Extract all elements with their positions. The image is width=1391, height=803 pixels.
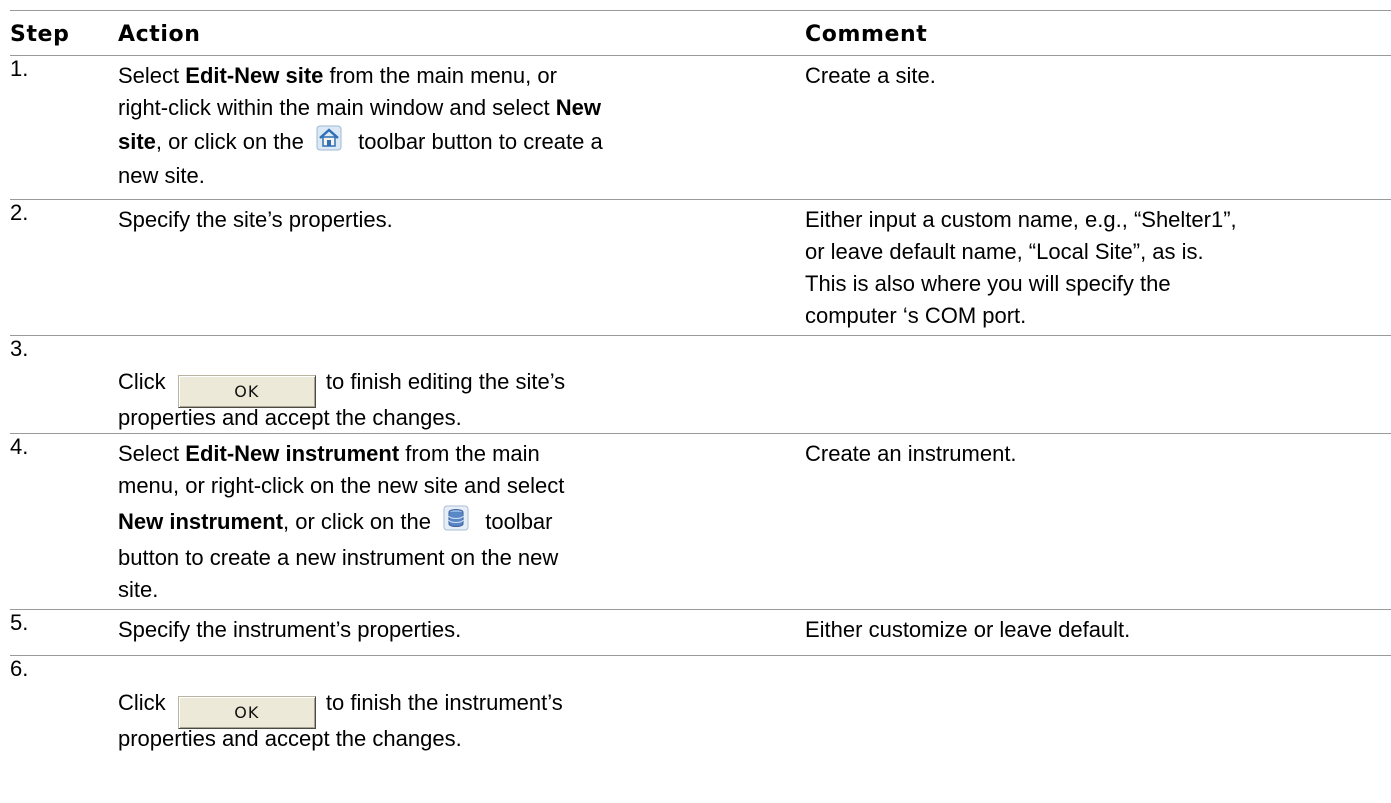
action-text: button to create a new instrument on the…: [118, 545, 559, 570]
header-step: Step: [10, 22, 70, 47]
comment-text: computer ‘s COM port.: [805, 303, 1027, 328]
menu-item-text: New instrument: [118, 509, 284, 534]
action-cell: Select Edit-New instrument from the main…: [118, 438, 778, 606]
action-text: Select: [118, 63, 186, 88]
row-divider: [10, 609, 1391, 610]
action-cell: Select Edit-New site from the main menu,…: [118, 60, 778, 192]
comment-cell: Create a site.: [805, 63, 936, 88]
action-text: menu, or right-click on the new site and…: [118, 473, 565, 498]
menu-path-text: Edit-New instrument: [185, 441, 400, 466]
action-text: Click: [118, 369, 172, 394]
header-comment: Comment: [805, 22, 928, 47]
action-cell: Click OK to finish the instrument’s prop…: [118, 683, 778, 755]
action-cell: Click OK to finish editing the site’s pr…: [118, 362, 778, 434]
comment-text: Either input a custom name, e.g., “Shelt…: [805, 207, 1237, 232]
comment-cell: Create an instrument.: [805, 441, 1017, 466]
row-divider: [10, 433, 1391, 434]
new-instrument-database-icon[interactable]: [443, 505, 469, 531]
action-text: from the main: [399, 441, 540, 466]
action-text: right-click within the main window and s…: [118, 95, 556, 120]
comment-cell: Either input a custom name, e.g., “Shelt…: [805, 204, 1391, 332]
action-text: toolbar button to create a: [352, 129, 603, 154]
action-text: properties and accept the changes.: [118, 726, 462, 751]
action-text: Click: [118, 690, 172, 715]
action-text: to finish the instrument’s: [319, 690, 563, 715]
action-cell: Specify the instrument’s properties.: [118, 617, 462, 642]
step-number: 6.: [10, 656, 29, 681]
action-text: toolbar: [479, 509, 553, 534]
new-site-house-icon[interactable]: [316, 125, 342, 151]
comment-cell: Either customize or leave default.: [805, 617, 1131, 642]
step-number: 4.: [10, 434, 29, 459]
action-text: new site.: [118, 163, 205, 188]
row-divider: [10, 199, 1391, 200]
action-text: , or click on the: [155, 129, 310, 154]
action-text: , or click on the: [283, 509, 438, 534]
action-text: from the main menu, or: [323, 63, 557, 88]
action-text: Select: [118, 441, 186, 466]
action-cell: Specify the site’s properties.: [118, 207, 393, 232]
menu-path-text: Edit-New site: [185, 63, 324, 88]
row-divider: [10, 335, 1391, 336]
step-number: 5.: [10, 610, 29, 635]
step-number: 2.: [10, 200, 29, 225]
step-number: 3.: [10, 336, 29, 361]
menu-item-text: New: [555, 95, 601, 120]
comment-text: or leave default name, “Local Site”, as …: [805, 239, 1204, 264]
comment-text: This is also where you will specify the: [805, 271, 1171, 296]
header-action: Action: [118, 22, 201, 47]
action-text: to finish editing the site’s: [319, 369, 566, 394]
action-text: site.: [118, 577, 159, 602]
step-number: 1.: [10, 56, 29, 81]
menu-item-text: site: [118, 129, 156, 154]
row-divider: [10, 655, 1391, 656]
header-rule: [10, 55, 1391, 56]
table-top-rule: [10, 10, 1391, 11]
action-text: properties and accept the changes.: [118, 405, 462, 430]
